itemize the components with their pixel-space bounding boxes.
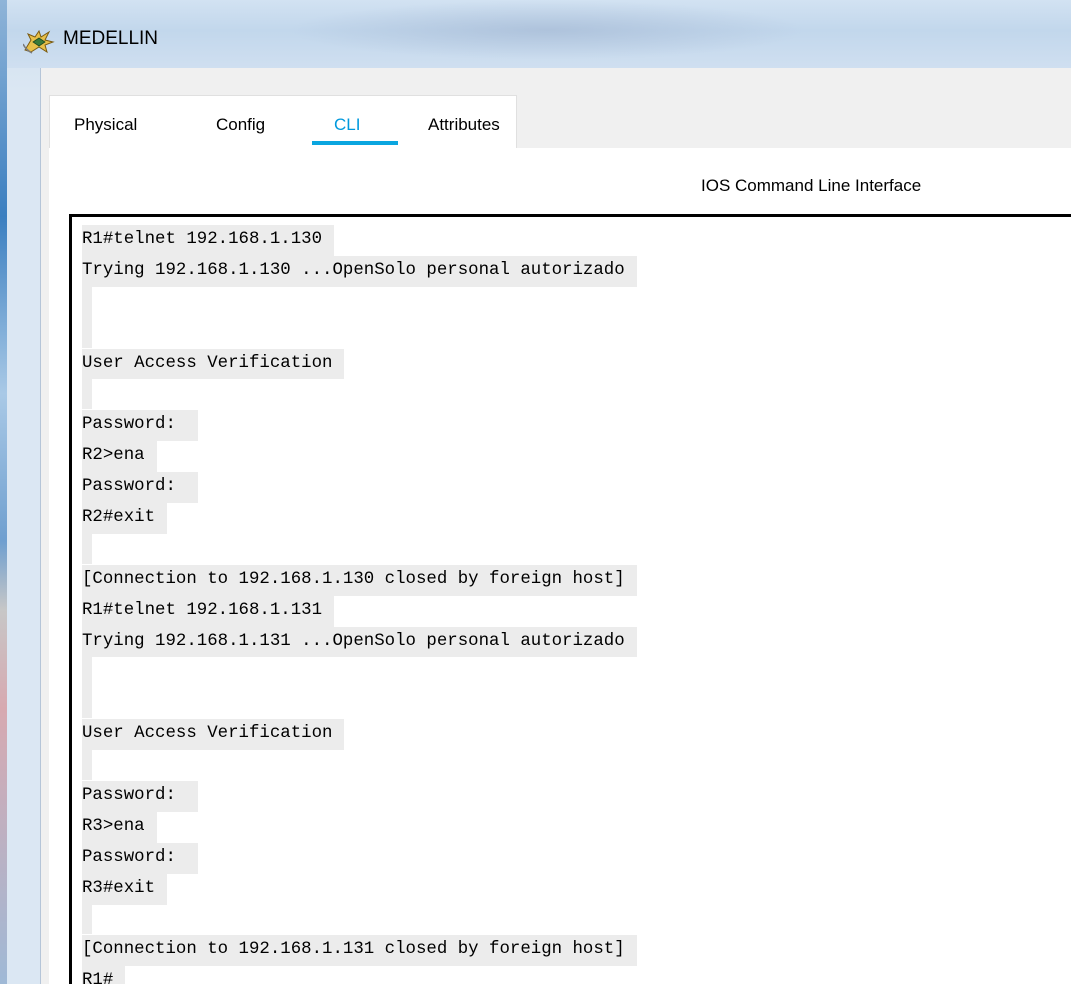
application-window: MEDELLIN Physical Config CLI Attributes …	[7, 0, 1071, 984]
terminal-line	[82, 687, 637, 719]
active-tab-indicator	[312, 141, 398, 145]
terminal-line: R1#telnet 192.168.1.130	[82, 224, 637, 256]
cli-panel: IOS Command Line Interface R1#telnet 192…	[49, 148, 1071, 984]
terminal-line: [Connection to 192.168.1.130 closed by f…	[82, 564, 637, 596]
terminal-line: R2>ena	[82, 440, 637, 473]
terminal-line	[82, 903, 637, 935]
tab-config[interactable]: Config	[216, 115, 265, 135]
cli-terminal[interactable]: R1#telnet 192.168.1.130 Trying 192.168.1…	[69, 214, 1071, 984]
terminal-line: R3>ena	[82, 811, 637, 843]
terminal-line	[82, 749, 637, 781]
terminal-line: Password:	[82, 842, 637, 874]
terminal-line: Trying 192.168.1.130 ...OpenSolo persona…	[82, 255, 637, 287]
terminal-line: Password:	[82, 471, 637, 504]
cli-heading: IOS Command Line Interface	[701, 176, 922, 195]
terminal-line: Password:	[82, 780, 637, 812]
window-title: MEDELLIN	[63, 28, 159, 49]
terminal-line	[82, 532, 637, 564]
terminal-line: Password:	[82, 409, 637, 442]
desktop-background	[0, 0, 7, 984]
tab-physical[interactable]: Physical	[74, 115, 137, 135]
terminal-line: R3#exit	[82, 873, 637, 905]
terminal-prompt-line[interactable]: R1#	[82, 965, 637, 984]
client-area: Physical Config CLI Attributes IOS Comma…	[40, 68, 1071, 984]
terminal-output: R1#telnet 192.168.1.130 Trying 192.168.1…	[82, 224, 637, 984]
terminal-line	[82, 285, 637, 317]
terminal-line: User Access Verification	[82, 348, 637, 380]
title-bar[interactable]: MEDELLIN	[7, 0, 1071, 68]
terminal-line: R2#exit	[82, 502, 637, 534]
tab-cli[interactable]: CLI	[334, 115, 360, 135]
terminal-line: R1#telnet 192.168.1.131	[82, 595, 637, 627]
terminal-line	[82, 316, 637, 348]
tab-attributes[interactable]: Attributes	[428, 115, 500, 135]
tab-strip: Physical Config CLI Attributes	[49, 95, 517, 149]
terminal-line: User Access Verification	[82, 718, 637, 751]
terminal-line: [Connection to 192.168.1.131 closed by f…	[82, 934, 637, 967]
router-app-icon	[23, 29, 55, 54]
terminal-line: Trying 192.168.1.131 ...OpenSolo persona…	[82, 626, 637, 658]
terminal-line	[82, 378, 637, 410]
terminal-line	[82, 656, 637, 688]
